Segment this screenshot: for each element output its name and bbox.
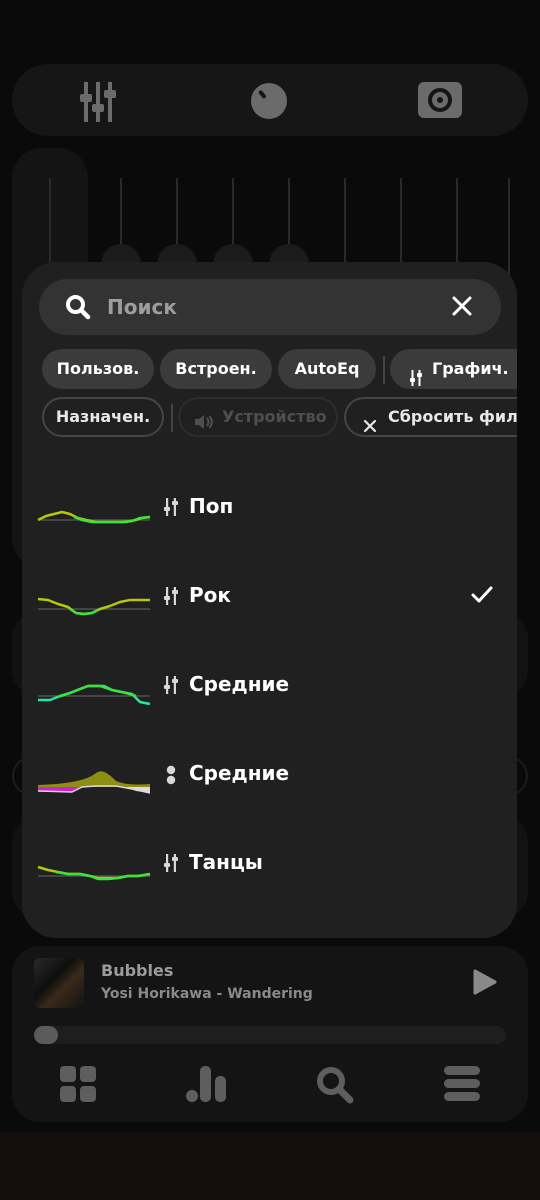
filter-user[interactable]: Пользов.: [42, 349, 154, 389]
preset-item-dance[interactable]: Танцы: [22, 822, 517, 902]
eq-curve-preview: [37, 597, 150, 616]
track-artist: Yosi Horikawa - Wandering: [101, 986, 313, 1002]
graphic-eq-icon: [164, 498, 178, 520]
filter-graphic-label: Графич.: [432, 359, 509, 378]
search-input[interactable]: Поиск: [39, 279, 501, 335]
preset-item-pop[interactable]: Поп: [22, 466, 517, 546]
chip-divider: [171, 404, 173, 432]
search-icon[interactable]: [316, 1066, 354, 1108]
graphic-eq-icon: [164, 587, 178, 609]
top-toolbar: [12, 64, 528, 136]
parametric-eq-icon: [164, 765, 178, 789]
preset-name: Рок: [189, 583, 231, 607]
preset-item-mids-parametric[interactable]: Средние: [22, 733, 517, 813]
reset-filters-button[interactable]: Сбросить филь: [344, 397, 517, 437]
filter-device: Устройство: [178, 397, 338, 437]
preset-item-rock[interactable]: Рок: [22, 555, 517, 635]
filter-builtin[interactable]: Встроен.: [160, 349, 272, 389]
speaker-icon[interactable]: [416, 80, 464, 124]
filter-graphic[interactable]: Графич.: [390, 349, 517, 389]
system-nav-area: [0, 1132, 540, 1200]
levels-icon[interactable]: [186, 1066, 226, 1106]
search-icon: [65, 294, 91, 324]
eq-curve-preview: [37, 865, 151, 881]
graphic-eq-icon: [164, 676, 178, 698]
eq-curve-preview: [37, 510, 151, 524]
preset-name: Танцы: [189, 850, 263, 874]
dashboard-icon[interactable]: [60, 1066, 96, 1106]
search-placeholder: Поиск: [107, 295, 177, 319]
preset-name: Средние: [189, 672, 290, 696]
filter-autoeq[interactable]: AutoEq: [278, 349, 376, 389]
graphic-eq-icon: [410, 361, 422, 401]
album-art: [34, 958, 84, 1008]
eq-curve-preview: [38, 684, 151, 706]
knob-icon[interactable]: [250, 82, 288, 124]
graphic-eq-icon: [164, 854, 178, 876]
play-icon[interactable]: [470, 968, 498, 1000]
preset-item-mids[interactable]: Средние: [22, 644, 517, 724]
eq-curve-preview: [37, 771, 151, 794]
progress-fill: [34, 1026, 58, 1044]
equalizer-icon[interactable]: [80, 82, 116, 126]
speaker-icon: [194, 408, 214, 444]
progress-bar[interactable]: [34, 1026, 506, 1044]
preset-name: Средние: [189, 761, 290, 785]
track-title: Bubbles: [101, 961, 174, 980]
chip-divider: [383, 356, 385, 384]
close-icon[interactable]: [451, 295, 473, 321]
menu-icon[interactable]: [444, 1066, 480, 1106]
filter-assigned[interactable]: Назначен.: [42, 397, 164, 437]
preset-picker-dialog: Поиск Пользов. Встроен. AutoEq Графич. Н…: [22, 262, 517, 938]
preset-name: Поп: [189, 494, 234, 518]
close-icon: [363, 410, 377, 446]
filter-device-label: Устройство: [222, 407, 327, 426]
reset-filters-label: Сбросить филь: [388, 407, 517, 426]
checkmark-icon: [470, 585, 494, 609]
